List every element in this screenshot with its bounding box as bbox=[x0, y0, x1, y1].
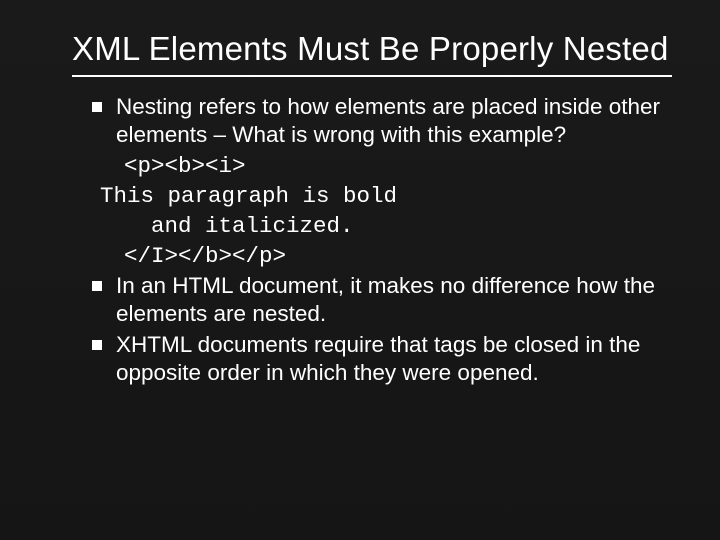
code-line: This paragraph is bold bbox=[66, 182, 674, 210]
bullet-item: Nesting refers to how elements are place… bbox=[66, 93, 674, 150]
slide: XML Elements Must Be Properly Nested Nes… bbox=[0, 0, 720, 540]
bullet-text: In an HTML document, it makes no differe… bbox=[116, 272, 674, 329]
bullet-text: XHTML documents require that tags be clo… bbox=[116, 331, 674, 388]
slide-body: Nesting refers to how elements are place… bbox=[42, 93, 678, 388]
code-line: <p><b><i> bbox=[66, 152, 674, 180]
bullet-item: In an HTML document, it makes no differe… bbox=[66, 272, 674, 329]
bullet-square-icon bbox=[92, 102, 102, 112]
bullet-square-icon bbox=[92, 281, 102, 291]
bullet-square-icon bbox=[92, 340, 102, 350]
code-line: </I></b></p> bbox=[66, 242, 674, 270]
code-line: and italicized. bbox=[66, 212, 674, 240]
bullet-text: Nesting refers to how elements are place… bbox=[116, 93, 674, 150]
title-underline bbox=[72, 75, 672, 77]
slide-title: XML Elements Must Be Properly Nested bbox=[42, 30, 678, 69]
bullet-item: XHTML documents require that tags be clo… bbox=[66, 331, 674, 388]
